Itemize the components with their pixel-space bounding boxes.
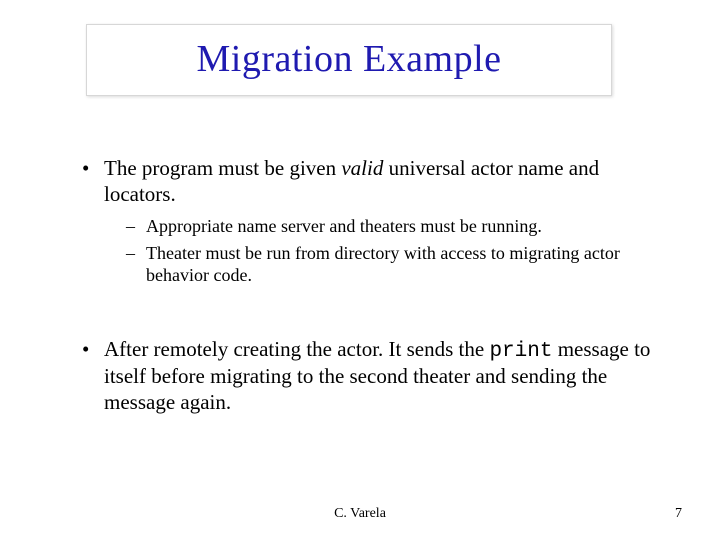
bullet-list: The program must be given valid universa…: [80, 156, 670, 287]
bullet1-text-emph: valid: [341, 156, 383, 180]
title-box: Migration Example: [86, 24, 612, 96]
slide-title: Migration Example: [95, 37, 603, 81]
sub-bullet-list: Appropriate name server and theaters mus…: [104, 215, 670, 287]
content-area: The program must be given valid universa…: [80, 156, 670, 426]
bullet2-code: print: [489, 340, 552, 363]
bullet2-text-pre: After remotely creating the actor. It se…: [104, 337, 489, 361]
bullet-list-2: After remotely creating the actor. It se…: [80, 337, 670, 416]
sub-bullet-1: Appropriate name server and theaters mus…: [126, 215, 670, 238]
spacer: [80, 297, 670, 337]
footer-page-number: 7: [675, 506, 682, 522]
bullet1-text-pre: The program must be given: [104, 156, 341, 180]
bullet-item-2: After remotely creating the actor. It se…: [80, 337, 670, 416]
bullet-item-1: The program must be given valid universa…: [80, 156, 670, 287]
sub-bullet-2: Theater must be run from directory with …: [126, 242, 670, 287]
footer-author: C. Varela: [0, 506, 720, 522]
slide: Migration Example The program must be gi…: [0, 0, 720, 540]
